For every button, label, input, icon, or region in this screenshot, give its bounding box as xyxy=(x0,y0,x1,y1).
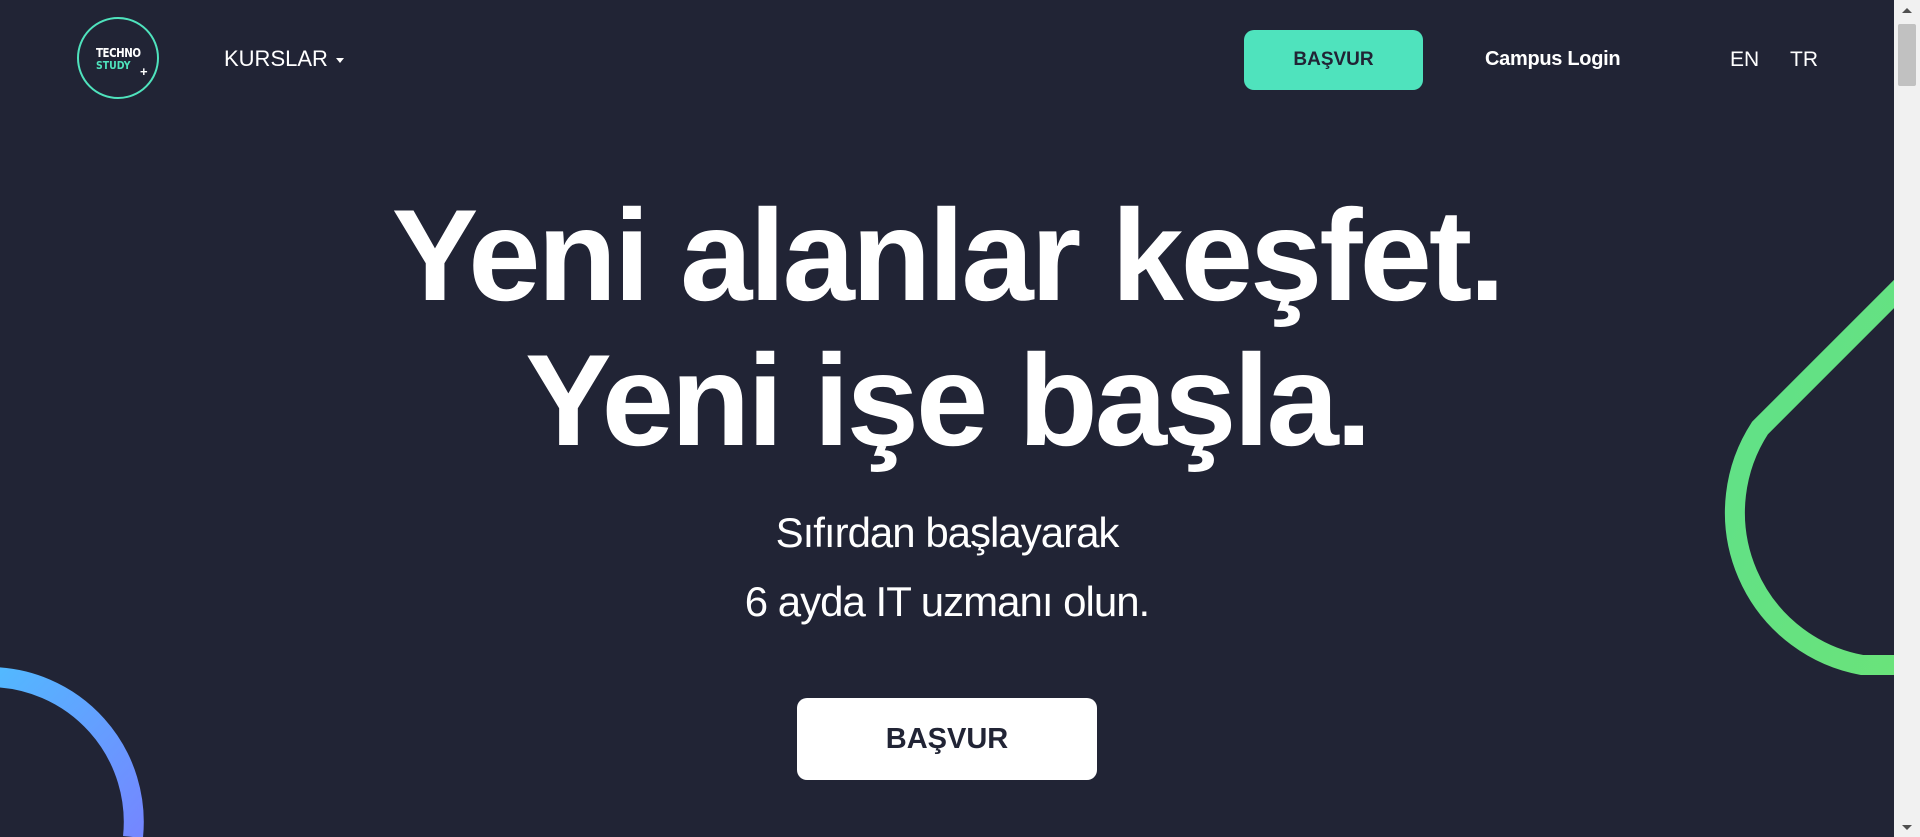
arrow-up-icon xyxy=(1902,7,1912,13)
caret-down-icon xyxy=(335,57,344,63)
campus-login-link[interactable]: Campus Login xyxy=(1485,48,1621,71)
scrollbar-thumb[interactable] xyxy=(1898,24,1916,86)
apply-button-header[interactable]: BAŞVUR xyxy=(1244,30,1423,90)
hero-subtitle-line2: 6 ayda IT uzmanı olun. xyxy=(744,578,1150,625)
arrow-down-icon xyxy=(1902,824,1912,830)
apply-button-hero[interactable]: BAŞVUR xyxy=(797,698,1097,780)
language-en-link[interactable]: EN xyxy=(1730,48,1759,72)
courses-label: KURSLAR xyxy=(224,46,328,71)
page: TECHNO STUDY + KURSLAR BAŞVUR Campus Log… xyxy=(0,0,1920,837)
courses-dropdown[interactable]: KURSLAR xyxy=(224,46,344,72)
scroll-up-button[interactable] xyxy=(1894,0,1920,20)
logo-text-techno: TECHNO xyxy=(96,46,141,60)
blue-circle-ring xyxy=(0,667,144,837)
logo-plus: + xyxy=(140,64,148,79)
techno-study-logo[interactable]: TECHNO STUDY + xyxy=(77,17,159,99)
language-tr-link[interactable]: TR xyxy=(1790,48,1818,72)
logo-text-study: STUDY xyxy=(96,59,131,72)
hero-headline-line1: Yeni alanlar keşfet. xyxy=(391,182,1506,328)
scroll-down-button[interactable] xyxy=(1894,817,1920,837)
vertical-scrollbar[interactable] xyxy=(1894,0,1920,837)
hero-headline-line2: Yeni işe başla. xyxy=(525,327,1372,473)
viewport: TECHNO STUDY + KURSLAR BAŞVUR Campus Log… xyxy=(0,0,1894,837)
hero-subtitle-line1: Sıfırdan başlayarak xyxy=(775,509,1120,556)
